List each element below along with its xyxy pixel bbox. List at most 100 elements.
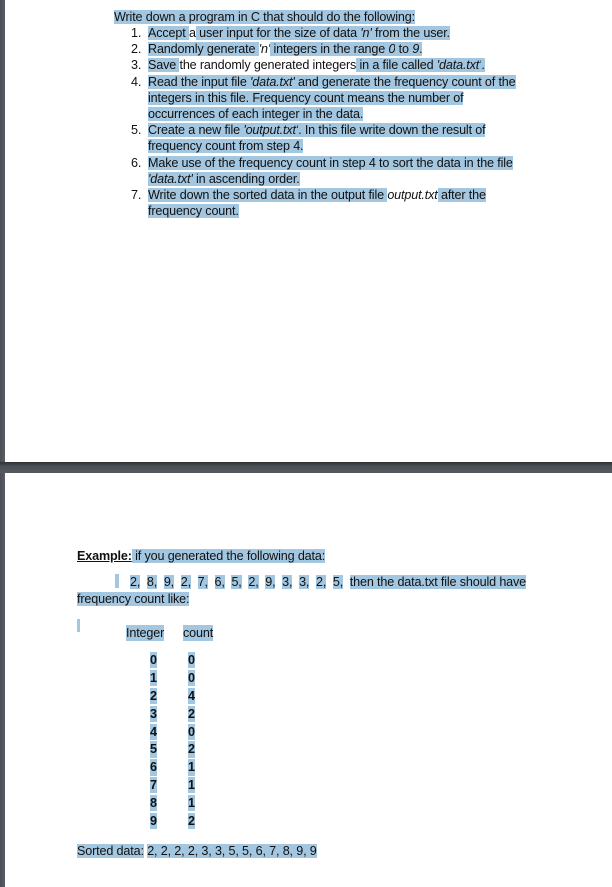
step-line: Write down the sorted data in the output… bbox=[148, 187, 516, 203]
cell-integer: 2 bbox=[150, 687, 157, 704]
text-run: of each integer in the data. bbox=[214, 107, 364, 122]
sorted-values: 2, 2, 2, 2, 3, 3, 5, 5, 6, 7, 8, 9, 9 bbox=[147, 844, 317, 858]
intro-text-span: Write down a program in C that should do… bbox=[114, 10, 415, 24]
cell-count: 2 bbox=[188, 741, 195, 758]
data-value: 2, bbox=[130, 575, 141, 589]
text-run: Read the bbox=[148, 74, 202, 89]
text-run: the sorted data in the output file bbox=[212, 188, 388, 203]
text-run: user input for the size of data bbox=[195, 26, 361, 40]
step-line: Read the input file 'data.txt' and gener… bbox=[148, 74, 516, 90]
step-line: integers in this file. Frequency count m… bbox=[148, 90, 516, 106]
step-line: occurrences of each integer in the data. bbox=[148, 106, 516, 122]
data-line2-text: frequency count like: bbox=[77, 592, 190, 606]
text-run: called bbox=[401, 58, 437, 73]
text-run: in a file bbox=[356, 58, 402, 73]
example-data-line-2: frequency count like: bbox=[77, 591, 190, 607]
text-run: file. Frequency count means the number o… bbox=[230, 90, 464, 105]
example-label: Example: bbox=[77, 549, 132, 563]
data-rest: the data.txt file should have bbox=[373, 575, 527, 589]
data-value: 6, bbox=[214, 575, 225, 589]
text-run: input file bbox=[201, 74, 251, 89]
intro-text: Write down a program in C that should do… bbox=[114, 9, 415, 25]
step-item: 6. Make use of the frequency count in st… bbox=[131, 155, 516, 187]
text-cursor bbox=[77, 619, 80, 632]
step-number: 2. bbox=[131, 42, 142, 57]
text-run: to bbox=[395, 42, 413, 57]
text-run: Randomly generate bbox=[148, 42, 259, 57]
step-line: 'data.txt' in ascending order. bbox=[148, 171, 516, 187]
step-item: 4. Read the input file 'data.txt' and ge… bbox=[131, 74, 516, 123]
text-run: down bbox=[176, 188, 213, 203]
step-line: frequency count from step 4. bbox=[148, 138, 516, 154]
text-run: Save bbox=[148, 58, 180, 73]
text-run: frequency count. bbox=[148, 204, 239, 219]
cell-integer: 7 bbox=[150, 777, 157, 794]
text-run: a bbox=[188, 26, 196, 40]
cell-integer: 9 bbox=[150, 813, 157, 830]
text-run: integers bbox=[148, 90, 192, 105]
text-run: 'n' bbox=[258, 42, 271, 57]
step-number: 7. bbox=[131, 188, 142, 203]
step-line: frequency count. bbox=[148, 203, 516, 219]
steps-list: 1. Accept a user input for the size of d… bbox=[131, 25, 516, 219]
text-run: Make use of the frequency count in step … bbox=[148, 155, 413, 170]
data-value: 9, bbox=[163, 575, 175, 589]
text-run: Create a new file bbox=[148, 123, 244, 138]
text-run: the data in the file bbox=[412, 155, 513, 170]
cell-count: 1 bbox=[188, 777, 195, 794]
step-line: Make use of the frequency count in step … bbox=[148, 155, 516, 171]
data-then: then bbox=[349, 575, 374, 589]
text-run: after the bbox=[437, 188, 486, 203]
cell-count: 1 bbox=[188, 759, 195, 776]
data-value: 2, bbox=[180, 575, 191, 589]
step-number: 4. bbox=[131, 74, 142, 89]
text-run: Write bbox=[148, 188, 177, 203]
cell-count: 0 bbox=[188, 652, 195, 669]
step-line: Randomly generate 'n' integers in the ra… bbox=[148, 41, 516, 57]
step-line: Save the randomly generated integers in … bbox=[148, 57, 516, 73]
step-item: 1. Accept a user input for the size of d… bbox=[131, 25, 516, 41]
cell-integer: 0 bbox=[150, 652, 157, 669]
text-run: occurrences bbox=[148, 107, 215, 122]
text-run: . bbox=[481, 58, 485, 73]
example-data-values: 2, 8, 9, 2, 7, 6, 5, 2, 9, 3, 3, 2, 5, bbox=[130, 575, 350, 589]
cell-integer: 8 bbox=[150, 795, 157, 812]
text-run: 'data.txt' bbox=[148, 171, 193, 186]
step-line: Accept a user input for the size of data… bbox=[148, 25, 516, 41]
example-text: if you generated the following data: bbox=[131, 549, 326, 563]
cell-count: 1 bbox=[188, 795, 195, 812]
text-run: 'data.txt' bbox=[436, 58, 482, 73]
data-value: 8, bbox=[146, 575, 158, 589]
cell-integer: 5 bbox=[150, 741, 157, 758]
cell-count: 4 bbox=[188, 687, 195, 704]
text-cursor bbox=[115, 574, 119, 588]
step-item: 7. Write down the sorted data in the out… bbox=[131, 187, 516, 219]
data-value: 5, bbox=[332, 575, 344, 589]
cell-count: 2 bbox=[188, 813, 195, 830]
text-run: in this bbox=[191, 90, 231, 105]
cell-count: 0 bbox=[188, 723, 195, 740]
data-value: 7, bbox=[197, 575, 208, 589]
text-run: frequency count from step 4. bbox=[148, 139, 304, 154]
text-run: 'n' bbox=[360, 26, 372, 40]
header-integer: Integer bbox=[126, 625, 165, 642]
step-number: 3. bbox=[131, 58, 142, 73]
sorted-data-line: Sorted data: 2, 2, 2, 2, 3, 3, 5, 5, 6, … bbox=[77, 843, 317, 859]
text-run: . bbox=[419, 42, 423, 57]
page-separator bbox=[0, 462, 612, 473]
text-run: Accept bbox=[148, 26, 189, 40]
data-value: 5, bbox=[231, 575, 242, 589]
step-line: Create a new file 'output.txt'. In this … bbox=[148, 122, 516, 138]
data-value: 3, bbox=[282, 575, 293, 589]
cell-integer: 3 bbox=[150, 705, 157, 722]
text-run: the randomly generated integers bbox=[179, 58, 357, 73]
text-run: in bbox=[192, 171, 209, 186]
cell-integer: 6 bbox=[150, 759, 157, 776]
step-number: 5. bbox=[131, 123, 142, 138]
text-run: 'data.txt' bbox=[250, 74, 295, 89]
text-run: and generate the frequency count of the bbox=[294, 74, 516, 89]
cell-integer: 4 bbox=[150, 723, 157, 740]
text-run: 'output.txt' bbox=[243, 123, 299, 138]
data-value: 3, bbox=[299, 575, 310, 589]
data-value: 2, bbox=[248, 575, 259, 589]
